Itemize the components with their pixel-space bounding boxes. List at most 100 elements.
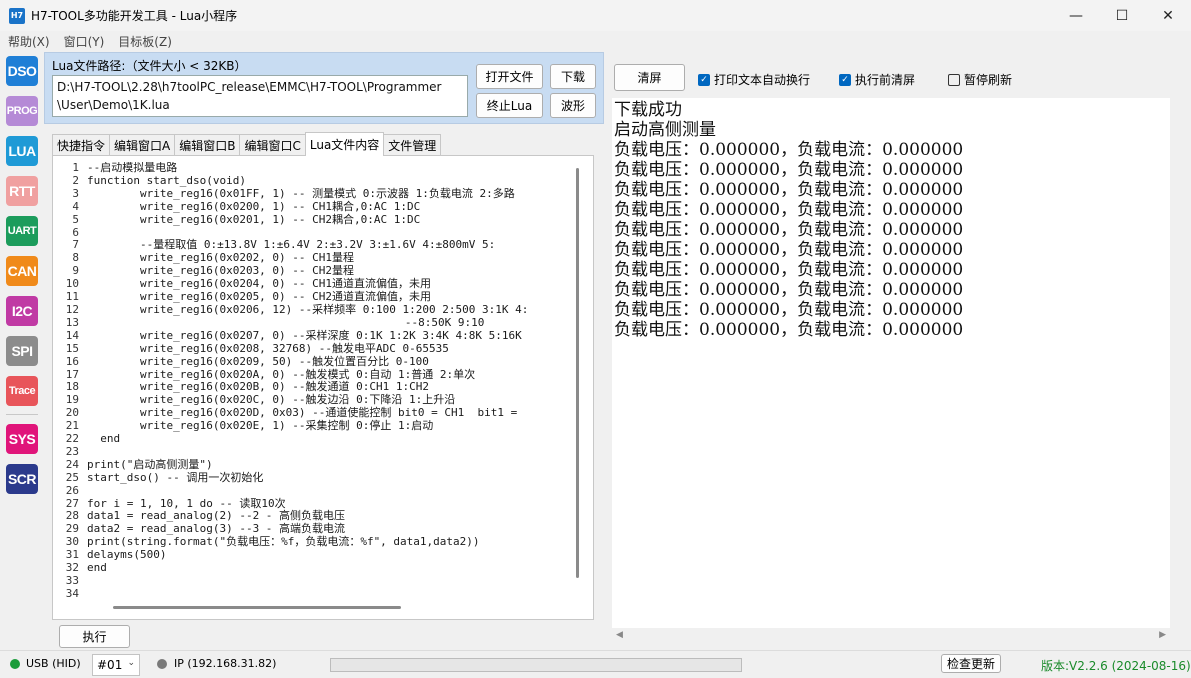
- pause-refresh-label: 暂停刷新: [964, 73, 1013, 87]
- download-button[interactable]: 下载: [550, 64, 596, 89]
- code-line[interactable]: 12 write_reg16(0x0206, 12) --采样频率 0:100 …: [59, 302, 579, 317]
- open-file-button[interactable]: 打开文件: [476, 64, 543, 89]
- editor-vertical-scroll-thumb[interactable]: [576, 168, 579, 578]
- code-line[interactable]: 26: [59, 483, 579, 498]
- tab-editor-a[interactable]: 编辑窗口A: [109, 134, 176, 156]
- code-line[interactable]: 4 write_reg16(0x0200, 1) -- CH1耦合,0:AC 1…: [59, 199, 579, 214]
- editor-tabs: 快捷指令 编辑窗口A 编辑窗口B 编辑窗口C Lua文件内容 文件管理: [52, 132, 442, 156]
- module-icon-bar: DSO PROG LUA RTT UART CAN I2C SPI Trace …: [0, 52, 44, 650]
- tab-editor-b[interactable]: 编辑窗口B: [174, 134, 241, 156]
- dso-module-button[interactable]: DSO: [6, 56, 38, 86]
- version-text: 版本:V2.2.6 (2024-08-16): [1041, 659, 1191, 673]
- tab-editor-c[interactable]: 编辑窗口C: [239, 134, 306, 156]
- code-line[interactable]: 1 --启动模拟量电路: [59, 162, 579, 175]
- stop-lua-button[interactable]: 终止Lua: [476, 93, 543, 118]
- rtt-module-button[interactable]: RTT: [6, 176, 38, 206]
- check-update-button[interactable]: 检查更新: [941, 654, 1001, 673]
- output-controls: 清屏 ✓ 打印文本自动换行 ✓ 执行前清屏 暂停刷新: [604, 52, 1191, 98]
- line-number: 1: [72, 162, 79, 174]
- lua-path-input[interactable]: D:\H7-TOOL\2.28\h7toolPC_release\EMMC\H7…: [52, 75, 468, 117]
- minimize-button[interactable]: —: [1053, 0, 1099, 31]
- uart-module-button[interactable]: UART: [6, 216, 38, 246]
- code-text: write_reg16(0x0206, 12) --采样频率 0:100 1:2…: [87, 302, 529, 316]
- line-number: 3: [72, 186, 79, 200]
- clear-screen-button[interactable]: 清屏: [614, 64, 685, 91]
- app-window: H7 H7-TOOL多功能开发工具 - Lua小程序 — ☐ ✕ 帮助(X) 窗…: [0, 0, 1191, 678]
- clear-before-run-check-icon: ✓: [839, 73, 851, 86]
- code-line[interactable]: 15 write_reg16(0x0208, 32768) --触发电平ADC …: [59, 341, 579, 356]
- lua-module-button[interactable]: LUA: [6, 136, 38, 166]
- tab-quick-commands[interactable]: 快捷指令: [52, 134, 111, 156]
- maximize-button[interactable]: ☐: [1099, 0, 1145, 31]
- code-line[interactable]: 16 write_reg16(0x0209, 50) --触发位置百分比 0-1…: [59, 355, 579, 369]
- line-number: 5: [72, 212, 79, 226]
- tab-lua-file-content[interactable]: Lua文件内容: [304, 132, 385, 156]
- menu-help[interactable]: 帮助(X): [8, 33, 50, 50]
- code-line[interactable]: 3 write_reg16(0x01FF, 1) -- 测量模式 0:示波器 1…: [59, 186, 579, 201]
- code-text: write_reg16(0x0207, 0) --采样深度 0:1K 1:2K …: [87, 328, 522, 342]
- waveform-button[interactable]: 波形: [550, 93, 596, 118]
- trace-module-button[interactable]: Trace: [6, 376, 38, 406]
- code-line[interactable]: 2 function start_dso(void): [59, 173, 579, 188]
- output-line: 下载成功: [614, 100, 682, 120]
- code-line[interactable]: 14 write_reg16(0x0207, 0) --采样深度 0:1K 1:…: [59, 328, 579, 343]
- editor-vertical-scrollbar[interactable]: [576, 162, 584, 606]
- clear-before-run-label: 执行前清屏: [855, 73, 916, 87]
- pause-refresh-checkbox[interactable]: 暂停刷新: [948, 71, 1012, 88]
- can-module-button[interactable]: CAN: [6, 256, 38, 286]
- auto-wrap-checkbox[interactable]: ✓ 打印文本自动换行: [698, 71, 810, 88]
- code-text: write_reg16(0x0201, 1) -- CH2耦合,0:AC 1:D…: [87, 212, 421, 226]
- ip-status-icon: [157, 659, 167, 669]
- menu-window[interactable]: 窗口(Y): [64, 33, 105, 50]
- clear-before-run-checkbox[interactable]: ✓ 执行前清屏: [839, 71, 915, 88]
- menu-target-board[interactable]: 目标板(Z): [118, 33, 172, 50]
- line-number: 26: [65, 483, 79, 497]
- code-line[interactable]: 24 print("启动高侧测量"): [59, 457, 579, 472]
- code-line[interactable]: 33: [59, 574, 579, 588]
- status-bar: USB (HID) #01 ⌄ IP (192.168.31.82) 检查更新 …: [0, 650, 1191, 678]
- close-button[interactable]: ✕: [1145, 0, 1191, 31]
- code-line[interactable]: 21 write_reg16(0x020E, 1) --采集控制 0:停止 1:…: [59, 419, 579, 433]
- scroll-right-icon[interactable]: ▶: [1159, 630, 1166, 640]
- output-horizontal-scrollbar[interactable]: ◀ ▶: [612, 628, 1170, 645]
- code-text: write_reg16(0x0200, 1) -- CH1耦合,0:AC 1:D…: [87, 199, 421, 213]
- code-text: end: [87, 561, 107, 575]
- code-line[interactable]: 13 --8:50K 9:10: [59, 315, 579, 330]
- tab-file-manager[interactable]: 文件管理: [383, 134, 442, 156]
- output-line: 负载电压：0.000000，负载电流：0.000000: [614, 140, 964, 160]
- code-editor[interactable]: 1 --启动模拟量电路 2 function start_dso(void) 3 wri…: [59, 162, 579, 600]
- device-select[interactable]: #01 ⌄: [92, 654, 140, 676]
- code-line[interactable]: 34: [59, 587, 579, 600]
- device-select-value: #01: [97, 658, 123, 672]
- code-line[interactable]: 5 write_reg16(0x0201, 1) -- CH2耦合,0:AC 1…: [59, 212, 579, 227]
- scroll-left-icon[interactable]: ◀: [616, 630, 623, 640]
- prog-module-button[interactable]: PROG: [6, 96, 38, 126]
- code-line[interactable]: 23: [59, 445, 579, 459]
- code-text: print("启动高侧测量"): [87, 457, 213, 471]
- scr-module-button[interactable]: SCR: [6, 464, 38, 494]
- line-number: 22: [65, 432, 79, 446]
- pause-refresh-check-icon: [948, 73, 960, 86]
- spi-module-button[interactable]: SPI: [6, 336, 38, 366]
- sys-module-button[interactable]: SYS: [6, 424, 38, 454]
- code-line[interactable]: 22 end: [59, 432, 579, 446]
- code-text: end: [87, 432, 121, 446]
- line-number: 15: [65, 341, 79, 355]
- run-button[interactable]: 执行: [59, 625, 130, 648]
- code-line[interactable]: 31 delayms(500): [59, 548, 579, 562]
- code-text: function start_dso(void): [87, 173, 246, 187]
- lua-path-panel: Lua文件路径:（文件大小 < 32KB） D:\H7-TOOL\2.28\h7…: [44, 52, 604, 124]
- editor-horizontal-scroll-thumb[interactable]: [113, 606, 401, 609]
- code-editor-frame: 1 --启动模拟量电路 2 function start_dso(void) 3 wri…: [52, 155, 594, 620]
- code-line[interactable]: 32 end: [59, 561, 579, 575]
- line-number: 24: [65, 457, 79, 471]
- window-title: H7-TOOL多功能开发工具 - Lua小程序: [31, 9, 238, 23]
- i2c-module-button[interactable]: I2C: [6, 296, 38, 326]
- line-number: 2: [72, 173, 79, 187]
- code-line[interactable]: 25 start_dso() -- 调用一次初始化: [59, 471, 579, 485]
- output-text: 下载成功 启动高侧测量 负载电压：0.000000，负载电流：0.000000 负载电…: [614, 100, 963, 340]
- output-console[interactable]: 下载成功 启动高侧测量 负载电压：0.000000，负载电流：0.000000 负载电…: [612, 98, 1170, 628]
- line-number: 13: [65, 315, 79, 329]
- output-line: 负载电压：0.000000，负载电流：0.000000: [614, 300, 964, 320]
- output-line: 负载电压：0.000000，负载电流：0.000000: [614, 200, 964, 220]
